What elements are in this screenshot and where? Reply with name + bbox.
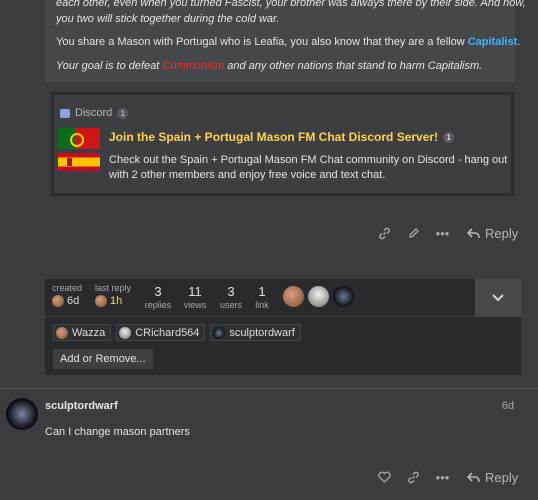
avatar xyxy=(213,326,226,339)
avatar xyxy=(56,326,68,339)
post-text-line: Your goal is to defeat Communism and any… xyxy=(56,60,483,72)
post-date[interactable]: 6d xyxy=(502,400,514,412)
post-divider xyxy=(0,388,538,389)
avatar xyxy=(119,326,132,339)
links-stat[interactable]: 1 link xyxy=(252,284,272,310)
users-stat: 3 users xyxy=(219,284,242,310)
participant-chip[interactable]: sculptordwarf xyxy=(210,324,301,341)
participant-chip[interactable]: CRichard564 xyxy=(116,324,206,341)
edit-pencil-icon[interactable] xyxy=(399,224,428,242)
like-heart-icon[interactable] xyxy=(370,468,399,486)
onebox-source-label: Discord xyxy=(75,107,113,119)
chevron-down-icon xyxy=(492,294,504,302)
post-actions: ••• Reply xyxy=(370,224,518,242)
click-count-badge: 1 xyxy=(117,107,129,119)
onebox-title[interactable]: Join the Spain + Portugal Mason FM Chat … xyxy=(109,130,455,144)
replies-stat: 3 replies xyxy=(144,284,172,310)
more-options-icon[interactable]: ••• xyxy=(428,468,457,486)
avatar xyxy=(95,295,107,307)
topic-map: created 6d last reply 1h 3 replies 11 view… xyxy=(45,279,521,375)
discord-onebox[interactable]: Discord 1 Join the Spain + Portugal Maso… xyxy=(51,92,514,196)
post-text-line: you two will stick together during the c… xyxy=(56,13,280,25)
add-remove-button[interactable]: Add or Remove... xyxy=(53,349,153,369)
participants-list: Wazza CRichard564 sculptordwarf xyxy=(53,324,301,341)
participant-chip[interactable]: Wazza xyxy=(53,324,112,341)
created-stat[interactable]: created 6d xyxy=(52,283,82,307)
avatar[interactable] xyxy=(283,286,304,307)
discord-icon xyxy=(60,108,70,118)
post-text-line: each other, even when you turned Fascist… xyxy=(56,0,526,9)
onebox-description: Check out the Spain + Portugal Mason FM … xyxy=(109,154,508,181)
capitalist-link[interactable]: Capitalist xyxy=(468,36,518,48)
post-text: Can I change mason partners xyxy=(45,426,190,438)
topic-map-summary: created 6d last reply 1h 3 replies 11 view… xyxy=(45,279,521,317)
spain-flag-icon xyxy=(58,153,100,171)
reply-arrow-icon xyxy=(467,471,480,482)
post-username[interactable]: sculptordwarf xyxy=(45,400,118,412)
expand-topic-map-button[interactable] xyxy=(475,279,521,317)
post-actions: ••• Reply xyxy=(370,468,518,486)
link-icon[interactable] xyxy=(370,224,399,242)
reply-arrow-icon xyxy=(467,227,480,238)
click-count-badge: 1 xyxy=(443,131,455,143)
avatar[interactable] xyxy=(308,286,329,307)
views-stat: 11 views xyxy=(183,284,207,310)
communism-text: Communism xyxy=(162,60,225,72)
post-text-line: You share a Mason with Portugal who is L… xyxy=(56,36,521,48)
reply-button[interactable]: Reply xyxy=(467,226,518,241)
onebox-title-link[interactable]: Join the Spain + Portugal Mason FM Chat … xyxy=(109,130,438,144)
last-reply-stat[interactable]: last reply 1h xyxy=(95,283,131,307)
more-options-icon[interactable]: ••• xyxy=(428,224,457,242)
avatar[interactable] xyxy=(6,398,38,430)
avatar xyxy=(52,295,64,307)
link-icon[interactable] xyxy=(399,468,428,486)
portugal-flag-icon xyxy=(58,128,100,149)
onebox-source[interactable]: Discord 1 xyxy=(60,107,129,119)
reply-button[interactable]: Reply xyxy=(467,470,518,485)
post-body: each other, even when you turned Fascist… xyxy=(45,0,526,82)
avatar[interactable] xyxy=(333,286,354,307)
